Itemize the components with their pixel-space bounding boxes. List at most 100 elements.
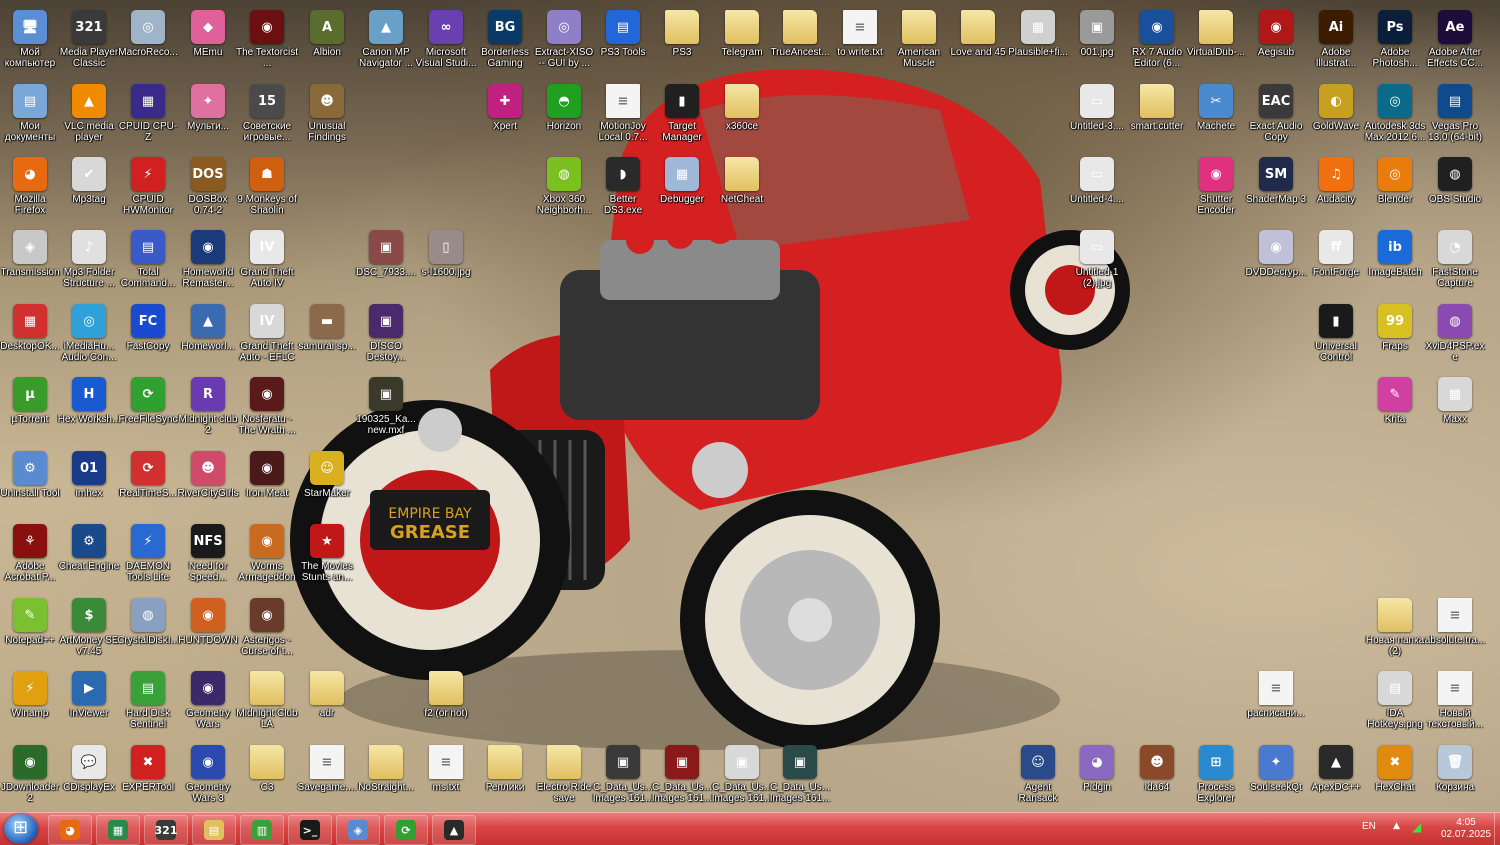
desktop-icon[interactable]: ▤ Мои документы <box>0 80 60 150</box>
desktop-icon[interactable]: ▤ PS3 Tools <box>593 6 653 76</box>
show-desktop-button[interactable] <box>1494 813 1500 845</box>
desktop-icon[interactable]: smart.cutter <box>1127 80 1187 150</box>
desktop-icon[interactable]: ▣ 190325_Ka... new.mxf <box>356 373 416 443</box>
desktop-icon[interactable]: ✚ Xpert <box>475 80 535 150</box>
desktop-icon[interactable]: ✦ SoulseekQt <box>1246 741 1306 811</box>
desktop-icon[interactable]: ✂ Machete <box>1186 80 1246 150</box>
desktop-icon[interactable]: adr <box>297 667 357 737</box>
desktop-icon[interactable]: SM ShaderMap 3 <box>1246 153 1306 223</box>
taskbar-button[interactable]: ◈ <box>336 815 380 845</box>
desktop-icon[interactable]: ◓ Horizon <box>534 80 594 150</box>
desktop-icon[interactable]: ▣ C_Data_Us... Images 161... <box>712 741 772 811</box>
desktop-icon[interactable]: Electro Ride save <box>534 741 594 811</box>
desktop-icon[interactable]: ∞ Microsoft Visual Studi... <box>416 6 476 76</box>
desktop-icon[interactable]: ▣ C_Data_Us... Images 161... <box>652 741 712 811</box>
desktop-icon[interactable]: ⚡ DAEMON Tools Lite <box>118 520 178 590</box>
desktop-icon[interactable]: ▣ DSC_7933.... <box>356 226 416 296</box>
desktop-icon[interactable]: ◉ Geometry Wars <box>178 667 238 737</box>
desktop-icon[interactable]: ✦ Мульти... <box>178 80 238 150</box>
taskbar-button[interactable]: ▦ <box>96 815 140 845</box>
desktop-icon[interactable]: FC FastCopy <box>118 300 178 370</box>
desktop-icon[interactable]: ▦ DesktopOK... <box>0 300 60 370</box>
desktop-icon[interactable]: ◎ iMediaHu... Audio Con... <box>59 300 119 370</box>
desktop-icon[interactable]: ◎ MacroReco... <box>118 6 178 76</box>
desktop-icon[interactable]: EAC Exact Audio Copy <box>1246 80 1306 150</box>
desktop-icon[interactable]: µ µTorrent <box>0 373 60 443</box>
desktop-icon[interactable]: ◉ DVDDecryp... <box>1245 226 1307 296</box>
desktop-icon[interactable]: R Midnight club 2 <box>178 373 238 443</box>
desktop-icon[interactable]: ◉ Iron Meat <box>237 447 297 517</box>
desktop-icon[interactable]: ✎ Notepad++ <box>0 594 60 664</box>
desktop-icon[interactable]: American Muscle <box>889 6 949 76</box>
desktop-icon[interactable]: ▦ Debugger <box>652 153 712 223</box>
show-hidden-icons-icon[interactable]: ▲ <box>1393 821 1400 831</box>
desktop-icon[interactable]: ⟳ RealTimeS... <box>118 447 178 517</box>
desktop-icon[interactable]: ◕ Mozilla Firefox <box>0 153 60 223</box>
taskbar-button[interactable]: ▤ <box>192 815 236 845</box>
desktop-icon[interactable]: ⚘ Adobe Acrobat P... <box>0 520 60 590</box>
desktop-icon[interactable]: 🖥 Мой компьютер <box>0 6 60 76</box>
desktop-icon[interactable]: ▣ 001.jpg <box>1067 6 1127 76</box>
desktop-icon[interactable]: ◉ Geometry Wars 3 <box>178 741 238 811</box>
desktop-icon[interactable]: ⊞ Process Explorer <box>1186 741 1246 811</box>
desktop-icon[interactable]: ◉ Homeworld Remaster... <box>178 226 238 296</box>
desktop-icon[interactable]: ⚡ CPUID HWMonitor <box>118 153 178 223</box>
desktop-icon[interactable]: ▤ IDA Hotkeys.png <box>1365 667 1425 737</box>
desktop-icon[interactable]: ≡ absolute.tra... <box>1425 594 1485 664</box>
desktop-icon[interactable]: ♪ Mp3 Folder Structure ... <box>59 226 119 296</box>
desktop-icon[interactable]: Новая папка (2) <box>1365 594 1425 664</box>
desktop-icon[interactable]: ff FontForge <box>1306 226 1366 296</box>
desktop-icon[interactable]: H Hex Worksh... <box>58 373 120 443</box>
desktop-icon[interactable]: ☻ ida64 <box>1127 741 1187 811</box>
desktop-icon[interactable]: ◍ CrystalDiskI... <box>117 594 179 664</box>
desktop-icon[interactable]: ▮ Universal Control <box>1306 300 1366 370</box>
desktop-icon[interactable]: ◉ Shutter Encoder <box>1186 153 1246 223</box>
desktop-icon[interactable]: ✖ EXPERTool <box>118 741 178 811</box>
desktop-icon[interactable]: ▲ VLC media player <box>59 80 119 150</box>
desktop-icon[interactable]: ☺ Agent Ransack <box>1008 741 1068 811</box>
desktop-icon[interactable]: ◗ Better DS3.exe <box>593 153 653 223</box>
desktop-icon[interactable]: ⚡ Winamp <box>0 667 60 737</box>
desktop-icon[interactable]: A Albion <box>297 6 357 76</box>
desktop-icon[interactable]: ▬ samurai sp... <box>297 300 357 370</box>
network-icon[interactable]: ◢ <box>1412 820 1421 834</box>
desktop-icon[interactable]: IV Grand Theft Auto - EFLC <box>237 300 297 370</box>
desktop-icon[interactable]: ≡ Savegame.... <box>297 741 357 811</box>
desktop-icon[interactable]: ib ImageBatch <box>1365 226 1425 296</box>
taskbar-button[interactable]: ◕ <box>48 815 92 845</box>
taskbar-button[interactable]: ⟳ <box>384 815 428 845</box>
desktop-icon[interactable]: ▣ DISCO Destoy... <box>356 300 416 370</box>
clock[interactable]: 4:05 02.07.2025 <box>1438 817 1494 841</box>
desktop-icon[interactable]: ♫ Audacity <box>1306 153 1366 223</box>
desktop-icon[interactable]: ▤ Hard Disk Sentinel <box>118 667 178 737</box>
desktop-icon[interactable]: ◕ Pidgin <box>1067 741 1127 811</box>
desktop-icon[interactable]: C3 <box>237 741 297 811</box>
desktop-icon[interactable]: 💬 CDisplayEx <box>59 741 119 811</box>
desktop-icon[interactable]: NFS Need for Speed... <box>178 520 238 590</box>
desktop-icon[interactable]: Ps Adobe Photosh... <box>1365 6 1425 76</box>
desktop-icon[interactable]: ⚙ Cheat Engine <box>59 520 119 590</box>
desktop-icon[interactable]: ≡ расписани... <box>1246 667 1306 737</box>
desktop-icon[interactable]: 01 imhex <box>59 447 119 517</box>
desktop-icon[interactable]: TrueAncest... <box>770 6 830 76</box>
desktop-icon[interactable]: ☗ 9 Monkeys of Shaolin <box>237 153 297 223</box>
desktop-icon[interactable]: ▣ C_Data_Us... Images 161... <box>770 741 830 811</box>
desktop-icon[interactable]: Love and 45 <box>948 6 1008 76</box>
taskbar-button[interactable]: ▥ <box>240 815 284 845</box>
desktop-icon[interactable]: ▦ Plausible+fi... <box>1008 6 1068 76</box>
desktop-icon[interactable]: ▦ CPUID CPU-Z <box>118 80 178 150</box>
desktop-icon[interactable]: 321 Media Player Classic <box>59 6 119 76</box>
desktop-icon[interactable]: ◐ GoldWave <box>1306 80 1366 150</box>
desktop-icon[interactable]: 🗑 Корзина <box>1425 741 1485 811</box>
taskbar-button[interactable]: >_ <box>288 815 332 845</box>
desktop-icon[interactable]: Реплики <box>475 741 535 811</box>
desktop-icon[interactable]: ◍ Xbox 360 Neighborh... <box>534 153 594 223</box>
desktop-icon[interactable]: ▯ s-l1600.jpg <box>416 226 476 296</box>
desktop-icon[interactable]: ≡ Новый текстовый... <box>1425 667 1485 737</box>
desktop-icon[interactable]: ▲ ApexDC++ <box>1306 741 1366 811</box>
desktop-icon[interactable]: Midnight Club LA <box>236 667 298 737</box>
desktop-icon[interactable]: ◎ Extract-XISO -- GUI by ... <box>534 6 594 76</box>
desktop-icon[interactable]: x360ce <box>712 80 772 150</box>
desktop-icon[interactable]: f2 (or not) <box>416 667 476 737</box>
desktop-icon[interactable]: DOS DOSBox 0.74-2 <box>178 153 238 223</box>
